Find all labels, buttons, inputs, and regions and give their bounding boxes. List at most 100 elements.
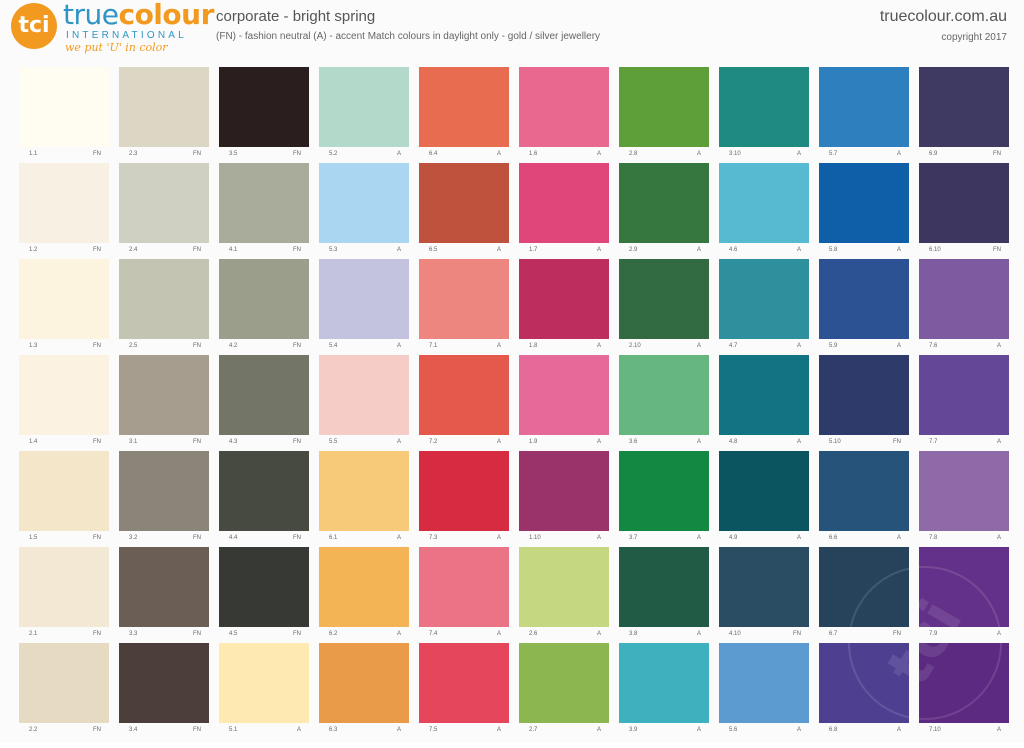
swatch-card[interactable]: 7.3 A (419, 451, 509, 544)
colour-swatch[interactable] (519, 355, 609, 435)
swatch-card[interactable]: 5.8 A (819, 163, 909, 256)
colour-swatch[interactable] (19, 67, 109, 147)
swatch-card[interactable]: 2.8 A (619, 67, 709, 160)
colour-swatch[interactable] (119, 259, 209, 339)
colour-swatch[interactable] (919, 451, 1009, 531)
colour-swatch[interactable] (519, 547, 609, 627)
colour-swatch[interactable] (919, 259, 1009, 339)
colour-swatch[interactable] (219, 259, 309, 339)
swatch-card[interactable]: 2.1 FN (19, 547, 109, 640)
colour-swatch[interactable] (619, 259, 709, 339)
colour-swatch[interactable] (119, 643, 209, 723)
colour-swatch[interactable] (719, 67, 809, 147)
swatch-card[interactable]: 4.7 A (719, 259, 809, 352)
swatch-card[interactable]: 1.7 A (519, 163, 609, 256)
swatch-card[interactable]: 7.2 A (419, 355, 509, 448)
swatch-card[interactable]: 3.6 A (619, 355, 709, 448)
swatch-card[interactable]: 5.10 FN (819, 355, 909, 448)
colour-swatch[interactable] (919, 547, 1009, 627)
colour-swatch[interactable] (19, 355, 109, 435)
swatch-card[interactable]: 7.5 A (419, 643, 509, 736)
colour-swatch[interactable] (219, 355, 309, 435)
colour-swatch[interactable] (219, 67, 309, 147)
swatch-card[interactable]: 5.3 A (319, 163, 409, 256)
swatch-card[interactable]: 4.3 FN (219, 355, 309, 448)
swatch-card[interactable]: 3.9 A (619, 643, 709, 736)
colour-swatch[interactable] (119, 547, 209, 627)
colour-swatch[interactable] (419, 451, 509, 531)
swatch-card[interactable]: 6.8 A (819, 643, 909, 736)
swatch-card[interactable]: 2.9 A (619, 163, 709, 256)
swatch-card[interactable]: 2.10 A (619, 259, 709, 352)
swatch-card[interactable]: 1.1 FN (19, 67, 109, 160)
swatch-card[interactable]: 5.9 A (819, 259, 909, 352)
swatch-card[interactable]: 6.10 FN (919, 163, 1009, 256)
website-link[interactable]: truecolour.com.au (880, 8, 1007, 26)
colour-swatch[interactable] (319, 547, 409, 627)
colour-swatch[interactable] (819, 451, 909, 531)
swatch-card[interactable]: 1.4 FN (19, 355, 109, 448)
swatch-card[interactable]: 4.10 FN (719, 547, 809, 640)
colour-swatch[interactable] (219, 643, 309, 723)
colour-swatch[interactable] (519, 259, 609, 339)
swatch-card[interactable]: 6.4 A (419, 67, 509, 160)
swatch-card[interactable]: 4.9 A (719, 451, 809, 544)
swatch-card[interactable]: 3.4 FN (119, 643, 209, 736)
colour-swatch[interactable] (719, 547, 809, 627)
colour-swatch[interactable] (919, 163, 1009, 243)
swatch-card[interactable]: 6.5 A (419, 163, 509, 256)
swatch-card[interactable]: 7.6 A (919, 259, 1009, 352)
swatch-card[interactable]: 6.3 A (319, 643, 409, 736)
colour-swatch[interactable] (319, 451, 409, 531)
colour-swatch[interactable] (319, 67, 409, 147)
swatch-card[interactable]: 7.9 A (919, 547, 1009, 640)
swatch-card[interactable]: 3.10 A (719, 67, 809, 160)
colour-swatch[interactable] (219, 547, 309, 627)
colour-swatch[interactable] (819, 259, 909, 339)
colour-swatch[interactable] (519, 163, 609, 243)
colour-swatch[interactable] (419, 259, 509, 339)
colour-swatch[interactable] (119, 355, 209, 435)
swatch-card[interactable]: 1.6 A (519, 67, 609, 160)
colour-swatch[interactable] (119, 163, 209, 243)
swatch-card[interactable]: 6.6 A (819, 451, 909, 544)
swatch-card[interactable]: 2.7 A (519, 643, 609, 736)
colour-swatch[interactable] (619, 355, 709, 435)
colour-swatch[interactable] (19, 547, 109, 627)
colour-swatch[interactable] (719, 451, 809, 531)
colour-swatch[interactable] (819, 643, 909, 723)
colour-swatch[interactable] (719, 259, 809, 339)
colour-swatch[interactable] (619, 67, 709, 147)
colour-swatch[interactable] (719, 355, 809, 435)
colour-swatch[interactable] (819, 163, 909, 243)
swatch-card[interactable]: 3.1 FN (119, 355, 209, 448)
colour-swatch[interactable] (219, 451, 309, 531)
swatch-card[interactable]: 5.7 A (819, 67, 909, 160)
swatch-card[interactable]: 3.7 A (619, 451, 709, 544)
swatch-card[interactable]: 4.1 FN (219, 163, 309, 256)
colour-swatch[interactable] (619, 163, 709, 243)
colour-swatch[interactable] (219, 163, 309, 243)
colour-swatch[interactable] (519, 451, 609, 531)
swatch-card[interactable]: 1.8 A (519, 259, 609, 352)
swatch-card[interactable]: 1.5 FN (19, 451, 109, 544)
colour-swatch[interactable] (119, 451, 209, 531)
colour-swatch[interactable] (19, 451, 109, 531)
colour-swatch[interactable] (819, 547, 909, 627)
colour-swatch[interactable] (619, 547, 709, 627)
colour-swatch[interactable] (319, 163, 409, 243)
colour-swatch[interactable] (319, 643, 409, 723)
swatch-card[interactable]: 2.3 FN (119, 67, 209, 160)
swatch-card[interactable]: 4.6 A (719, 163, 809, 256)
swatch-card[interactable]: 6.9 FN (919, 67, 1009, 160)
swatch-card[interactable]: 7.8 A (919, 451, 1009, 544)
swatch-card[interactable]: 4.5 FN (219, 547, 309, 640)
swatch-card[interactable]: 2.2 FN (19, 643, 109, 736)
colour-swatch[interactable] (19, 163, 109, 243)
colour-swatch[interactable] (319, 355, 409, 435)
colour-swatch[interactable] (419, 355, 509, 435)
swatch-card[interactable]: 7.1 A (419, 259, 509, 352)
colour-swatch[interactable] (919, 67, 1009, 147)
swatch-card[interactable]: 7.7 A (919, 355, 1009, 448)
swatch-card[interactable]: 4.4 FN (219, 451, 309, 544)
